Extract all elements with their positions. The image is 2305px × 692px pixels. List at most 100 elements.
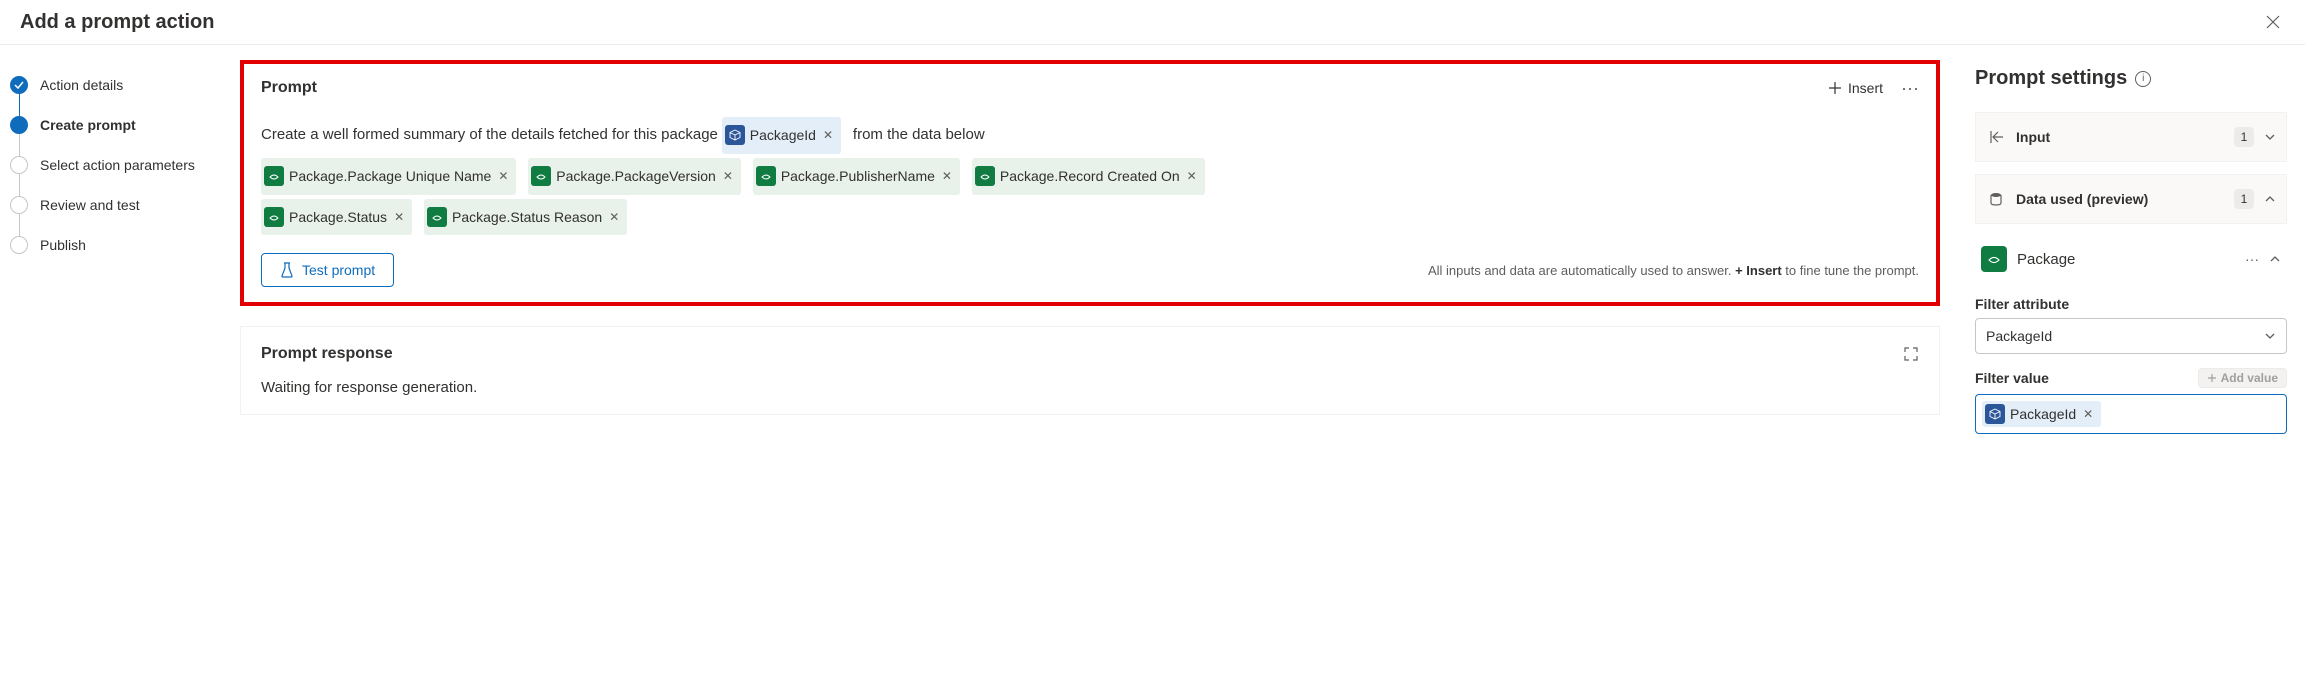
step-select-action-parameters[interactable]: Select action parameters: [10, 145, 232, 185]
remove-chip-button[interactable]: ✕: [496, 163, 510, 189]
remove-chip-button[interactable]: ✕: [1185, 163, 1199, 189]
token-package-version[interactable]: Package.PackageVersion ✕: [528, 158, 741, 195]
remove-chip-button[interactable]: ✕: [2081, 407, 2095, 421]
step-create-prompt[interactable]: Create prompt: [10, 105, 232, 145]
step-label: Create prompt: [40, 117, 136, 133]
filter-attribute-select[interactable]: PackageId: [1975, 318, 2287, 354]
token-publisher-name[interactable]: Package.PublisherName ✕: [753, 158, 960, 195]
section-input[interactable]: Input 1: [1975, 112, 2287, 162]
token-packageid[interactable]: PackageId ✕: [1982, 401, 2101, 427]
wizard-steps: Action details Create prompt Select acti…: [0, 45, 240, 285]
info-icon[interactable]: i: [2135, 71, 2151, 87]
fullscreen-button[interactable]: [1903, 346, 1919, 362]
add-value-button[interactable]: Add value: [2198, 368, 2287, 388]
field-label: Filter attribute: [1975, 296, 2287, 312]
plus-icon: [2207, 373, 2217, 383]
remove-chip-button[interactable]: ✕: [940, 163, 954, 189]
token-packageid[interactable]: PackageId ✕: [722, 117, 841, 154]
test-prompt-label: Test prompt: [302, 262, 375, 278]
section-label: Input: [2016, 129, 2224, 145]
filter-attribute-field: Filter attribute PackageId: [1975, 296, 2287, 354]
prompt-text-fragment: Create a well formed summary of the deta…: [261, 126, 718, 143]
plus-icon: [1828, 81, 1842, 95]
data-entry-label: Package: [2017, 251, 2235, 268]
hint-text: to fine tune the prompt.: [1782, 263, 1919, 278]
step-action-details[interactable]: Action details: [10, 65, 232, 105]
pending-step-icon: [10, 196, 28, 214]
prompt-hint: All inputs and data are automatically us…: [1428, 263, 1919, 278]
current-step-icon: [10, 116, 28, 134]
chevron-down-icon: [2264, 131, 2276, 143]
step-label: Action details: [40, 77, 123, 93]
insert-label: Insert: [1848, 80, 1883, 96]
step-label: Select action parameters: [40, 157, 195, 173]
step-label: Publish: [40, 237, 86, 253]
chevron-up-icon[interactable]: [2269, 253, 2281, 265]
data-entry-package: Package ···: [1975, 236, 2287, 282]
response-heading: Prompt response: [261, 345, 393, 363]
more-actions-button[interactable]: ···: [1901, 79, 1919, 97]
close-button[interactable]: [2261, 10, 2285, 34]
input-icon: [1986, 129, 2006, 145]
dataverse-icon: [264, 166, 284, 186]
token-status-reason[interactable]: Package.Status Reason ✕: [424, 199, 627, 236]
chip-label: Package.Status Reason: [452, 202, 602, 233]
hint-strong: + Insert: [1735, 263, 1782, 278]
cube-icon: [725, 125, 745, 145]
step-review-and-test[interactable]: Review and test: [10, 185, 232, 225]
token-package-unique-name[interactable]: Package.Package Unique Name ✕: [261, 158, 516, 195]
prompt-settings-panel: Prompt settings i Input 1 Data used (pre…: [1975, 45, 2305, 468]
prompt-card: Prompt Insert ··· Create a well formed s…: [240, 60, 1940, 306]
token-record-created-on[interactable]: Package.Record Created On ✕: [972, 158, 1205, 195]
beaker-icon: [280, 262, 294, 278]
chevron-up-icon: [2264, 193, 2276, 205]
field-label: Filter value: [1975, 370, 2049, 386]
database-icon: [1986, 191, 2006, 207]
add-value-label: Add value: [2221, 371, 2278, 385]
test-prompt-button[interactable]: Test prompt: [261, 253, 394, 287]
dataverse-icon: [531, 166, 551, 186]
chevron-down-icon: [2264, 330, 2276, 342]
section-data-used[interactable]: Data used (preview) 1: [1975, 174, 2287, 224]
prompt-editor[interactable]: Create a well formed summary of the deta…: [261, 115, 1919, 237]
chip-label: Package.Package Unique Name: [289, 161, 491, 192]
remove-chip-button[interactable]: ✕: [607, 204, 621, 230]
entry-more-button[interactable]: ···: [2245, 251, 2259, 267]
close-icon: [2266, 15, 2280, 29]
response-card: Prompt response Waiting for response gen…: [240, 326, 1940, 415]
count-badge: 1: [2234, 189, 2254, 209]
dataverse-icon: [756, 166, 776, 186]
pending-step-icon: [10, 236, 28, 254]
chip-label: Package.Status: [289, 202, 387, 233]
filter-value-input[interactable]: PackageId ✕: [1975, 394, 2287, 434]
step-label: Review and test: [40, 197, 140, 213]
chip-label: Package.PublisherName: [781, 161, 935, 192]
dialog-title: Add a prompt action: [20, 11, 214, 34]
dataverse-icon: [427, 207, 447, 227]
cube-icon: [1985, 404, 2005, 424]
insert-button[interactable]: Insert: [1828, 80, 1883, 96]
dataverse-icon: [1981, 246, 2007, 272]
filter-value-field: Filter value Add value PackageId ✕: [1975, 368, 2287, 434]
count-badge: 1: [2234, 127, 2254, 147]
remove-chip-button[interactable]: ✕: [721, 163, 735, 189]
select-value: PackageId: [1986, 328, 2052, 344]
remove-chip-button[interactable]: ✕: [821, 122, 835, 148]
settings-title: Prompt settings: [1975, 67, 2127, 90]
chip-label: PackageId: [2010, 406, 2076, 422]
response-body: Waiting for response generation.: [261, 379, 1919, 396]
chip-label: PackageId: [750, 120, 816, 151]
prompt-text-fragment: from the data below: [853, 126, 985, 143]
section-label: Data used (preview): [2016, 191, 2224, 207]
fullscreen-icon: [1903, 346, 1919, 362]
chip-label: Package.Record Created On: [1000, 161, 1180, 192]
dialog-header: Add a prompt action: [0, 0, 2305, 45]
token-status[interactable]: Package.Status ✕: [261, 199, 412, 236]
dataverse-icon: [264, 207, 284, 227]
checkmark-icon: [10, 76, 28, 94]
step-publish[interactable]: Publish: [10, 225, 232, 265]
remove-chip-button[interactable]: ✕: [392, 204, 406, 230]
chip-label: Package.PackageVersion: [556, 161, 716, 192]
hint-text: All inputs and data are automatically us…: [1428, 263, 1735, 278]
pending-step-icon: [10, 156, 28, 174]
